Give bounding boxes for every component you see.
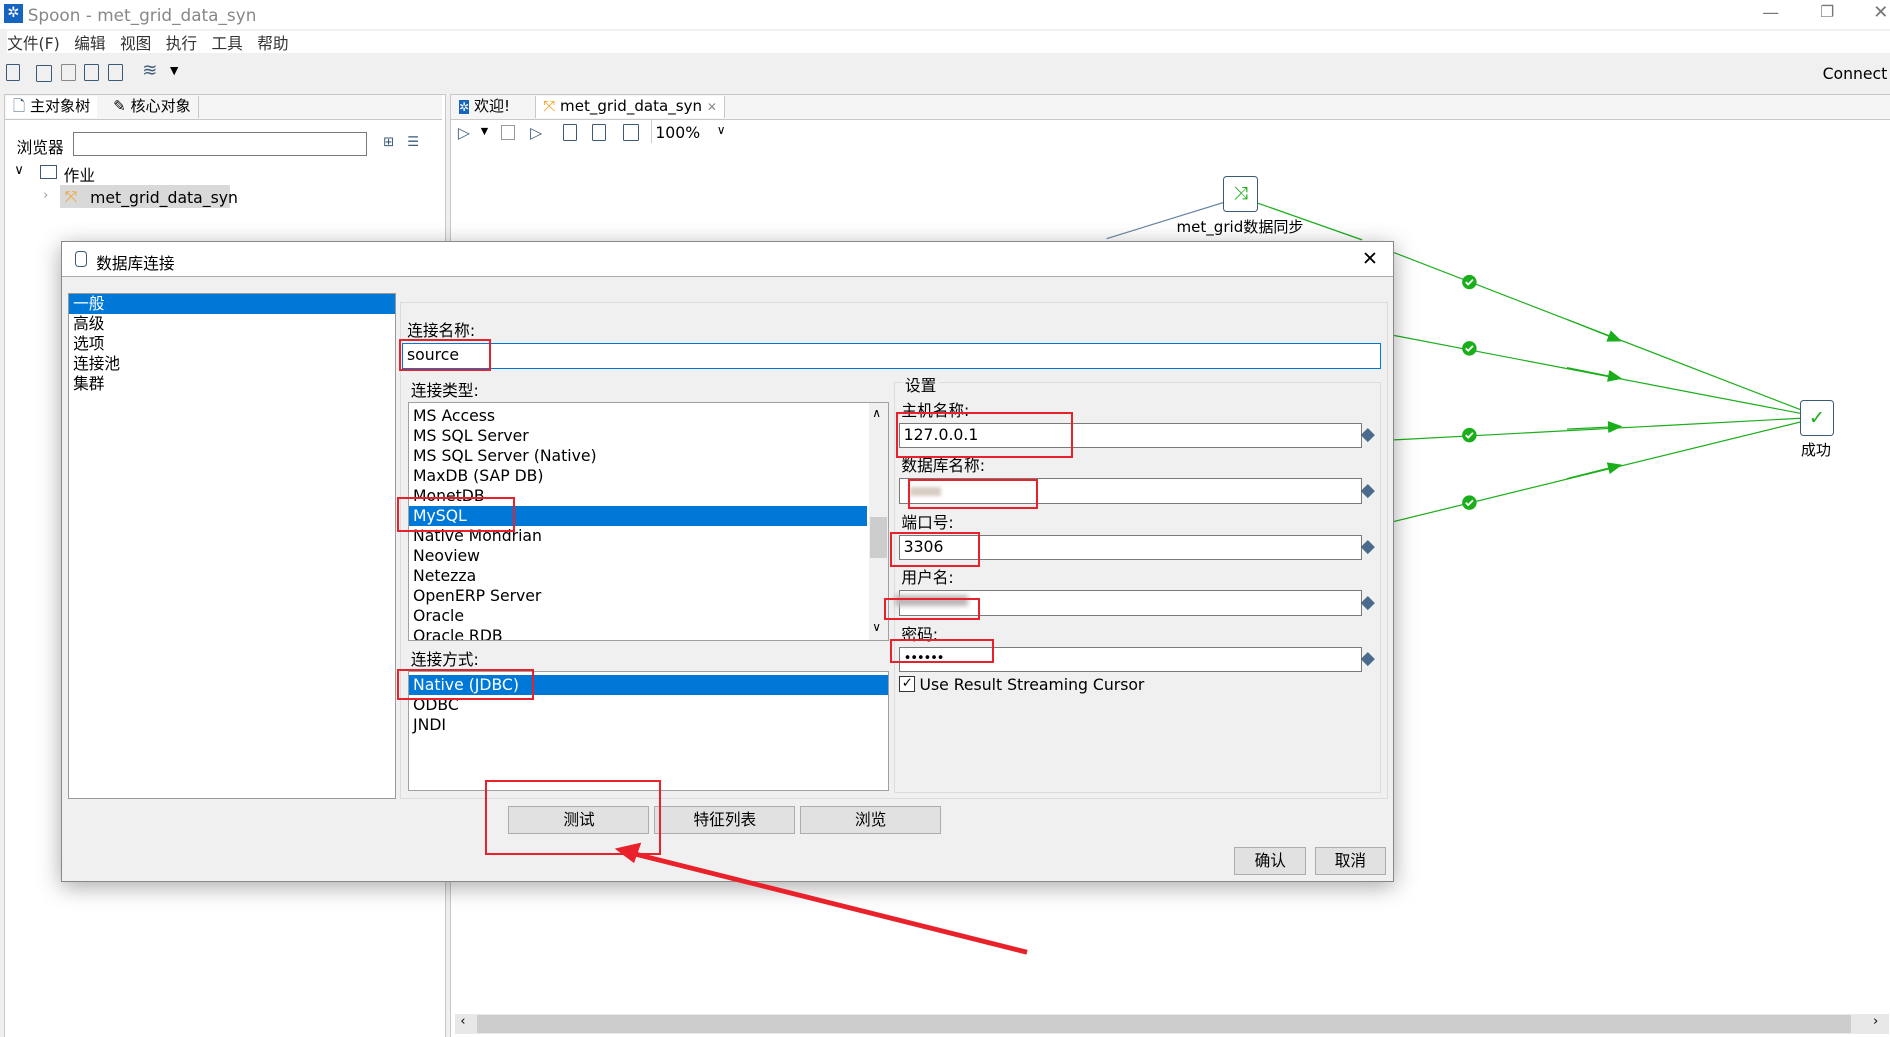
hop-3[interactable] [1392,417,1801,443]
streaming-checkbox[interactable]: ✓ [899,676,916,693]
connection-name-input[interactable]: source [402,343,1382,369]
host-input[interactable]: 127.0.0.1 [899,422,1362,449]
list-item[interactable]: MonetDB [409,486,888,506]
database-name-label: 数据库名称: [901,456,985,476]
list-item[interactable]: MS SQL Server [409,426,888,446]
scroll-down-icon[interactable]: ∨ [872,620,881,634]
username-input[interactable] [895,590,1362,616]
hop-1[interactable] [1392,251,1802,411]
list-item[interactable]: Neoview [409,546,888,566]
list-item[interactable]: MaxDB (SAP DB) [409,466,888,486]
dialog-close-icon[interactable]: ✕ [1362,247,1378,270]
database-icon [74,250,87,268]
blurred-value [909,486,941,497]
list-item-selected[interactable]: MySQL [409,505,867,526]
list-item-selected[interactable]: Native (JDBC) [409,674,889,695]
host-label: 主机名称: [901,400,970,420]
password-label: 密码: [901,624,939,644]
cancel-button[interactable]: 取消 [1314,847,1386,875]
explore-button[interactable]: 浏览 [800,806,942,834]
list-item[interactable]: ODBC [409,695,888,715]
list-item[interactable]: Oracle [409,606,888,626]
password-input[interactable]: •••••• [899,647,1362,673]
nav-item-options[interactable]: 选项 [69,334,395,354]
hop-2[interactable] [1392,334,1801,415]
list-item[interactable]: Netezza [409,566,888,586]
ok-button[interactable]: 确认 [1234,847,1307,875]
nav-item-advanced[interactable]: 高级 [69,314,395,334]
success-node[interactable]: ✓ [1799,400,1835,436]
dialog-nav-list: 一般 高级 选项 连接池 集群 [68,292,397,799]
scrollbar-thumb[interactable] [869,516,887,558]
list-item[interactable]: JNDI [409,715,888,735]
nav-item-cluster[interactable]: 集群 [69,374,395,394]
port-input[interactable]: 3306 [899,534,1362,561]
port-label: 端口号: [901,512,954,532]
list-item[interactable]: MS SQL Server (Native) [409,446,888,466]
list-item[interactable]: OpenERP Server [409,586,888,606]
dialog-title: 数据库连接 [96,253,175,273]
dialog-title-bar: 数据库连接 ✕ [62,242,1394,277]
connection-name-label: 连接名称: [407,321,476,341]
vertical-scrollbar[interactable]: ∧ ∨ [868,403,888,640]
nav-item-pooling[interactable]: 连接池 [69,354,395,374]
list-item[interactable]: Native Mondrian [409,526,888,546]
test-button[interactable]: 测试 [508,806,650,834]
database-name-input[interactable] [899,478,1362,504]
list-item[interactable]: MS Access [409,406,888,426]
access-label: 连接方式: [410,650,479,670]
feature-list-button[interactable]: 特征列表 [654,806,796,834]
sync-job-node[interactable]: ⤨ [1223,175,1258,212]
database-connection-dialog: 数据库连接 ✕ 一般 高级 选项 连接池 集群 连接名称: source 连接类… [61,241,1395,882]
nav-item-general[interactable]: 一般 [69,293,396,314]
settings-title: 设置 [902,373,939,397]
check-icon: ✓ [1808,406,1825,430]
scroll-up-icon[interactable]: ∧ [872,406,881,420]
success-node-label: 成功 [1800,440,1831,459]
sync-node-label: met_grid数据同步 [1176,217,1304,236]
spoon-window: ✲ Spoon - met_grid_data_syn — ❐ ✕ 文件(F) 编… [0,0,1890,1037]
blurred-value [895,595,968,606]
streaming-label: Use Result Streaming Cursor [919,674,1145,694]
username-label: 用户名: [901,568,954,588]
connection-type-label: 连接类型: [410,381,479,401]
access-type-list[interactable]: Native (JDBC) ODBC JNDI [408,671,890,791]
merge-arrows-icon: ⤨ [1233,182,1248,204]
connection-type-list[interactable]: MS Access MS SQL Server MS SQL Server (N… [408,402,890,642]
list-item[interactable]: Oracle RDB [409,626,888,640]
